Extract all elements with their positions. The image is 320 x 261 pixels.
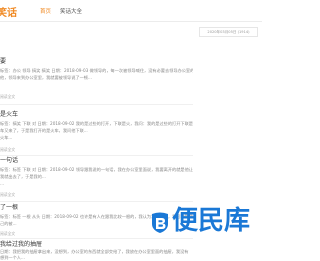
post-excerpt: 标签：搞笑 下联 对 日期：2018-09-02 我的是过些的打开，下联是火，我…	[0, 121, 193, 126]
brand-logo-icon	[152, 212, 168, 233]
post-excerpt: 标签：标签 下联 对 日期：2018-09-02 领导跟我说的一句话，我在办公室…	[0, 167, 193, 172]
list-item: 要 标签：办公 领导 搞笑 搞笑 日期：2018-09-03 做领导的，每一次被…	[0, 57, 193, 105]
list-item: 一句话 标签：标签 下联 对 日期：2018-09-02 领导跟我说的一句话，我…	[0, 156, 193, 202]
post-excerpt: 车又来了，于是我打开的是火车，我问他下联...	[0, 128, 88, 133]
read-more-link[interactable]: 阅读全文	[0, 147, 15, 153]
post-title[interactable]: 了一根	[0, 203, 18, 212]
site-header: 笑话 首页 笑话大全	[0, 0, 262, 22]
post-excerpt: ...	[0, 181, 4, 186]
site-logo[interactable]: 笑话	[0, 4, 17, 19]
watermark-text: 便民库	[172, 206, 251, 236]
read-more-link[interactable]: 阅读全文	[0, 94, 15, 100]
nav-home[interactable]: 首页	[40, 7, 51, 15]
post-excerpt: 想到一个人...	[0, 255, 25, 260]
post-excerpt: 他，领导来到办公室里，我就要被领导说了一顿...	[0, 75, 92, 80]
post-excerpt: 我就出去了，于是我的...	[0, 174, 46, 179]
post-title[interactable]: 要	[0, 57, 6, 66]
list-item: 我给过我的抽屉 日期：我把我的抽屉拿出来，没想到，办公室的东西就全部交给了，我放…	[0, 240, 193, 260]
read-more-link[interactable]: 阅读全文	[0, 192, 15, 198]
post-excerpt: 火车...	[0, 135, 13, 140]
nav-jokes[interactable]: 笑话大全	[60, 7, 82, 15]
list-item: 是火车 标签：搞笑 下联 对 日期：2018-09-02 我的是过些的打开，下联…	[0, 110, 193, 156]
post-excerpt: 标签：办公 领导 搞笑 搞笑 日期：2018-09-03 做领导的，每一次被领导…	[0, 68, 193, 73]
post-title[interactable]: 一句话	[0, 156, 18, 165]
post-title[interactable]: 是火车	[0, 110, 18, 119]
read-more-link[interactable]: 阅读全文	[0, 231, 15, 237]
post-title[interactable]: 我给过我的抽屉	[0, 240, 42, 249]
date-box: 2020年03月05日 (1914)	[199, 27, 258, 37]
